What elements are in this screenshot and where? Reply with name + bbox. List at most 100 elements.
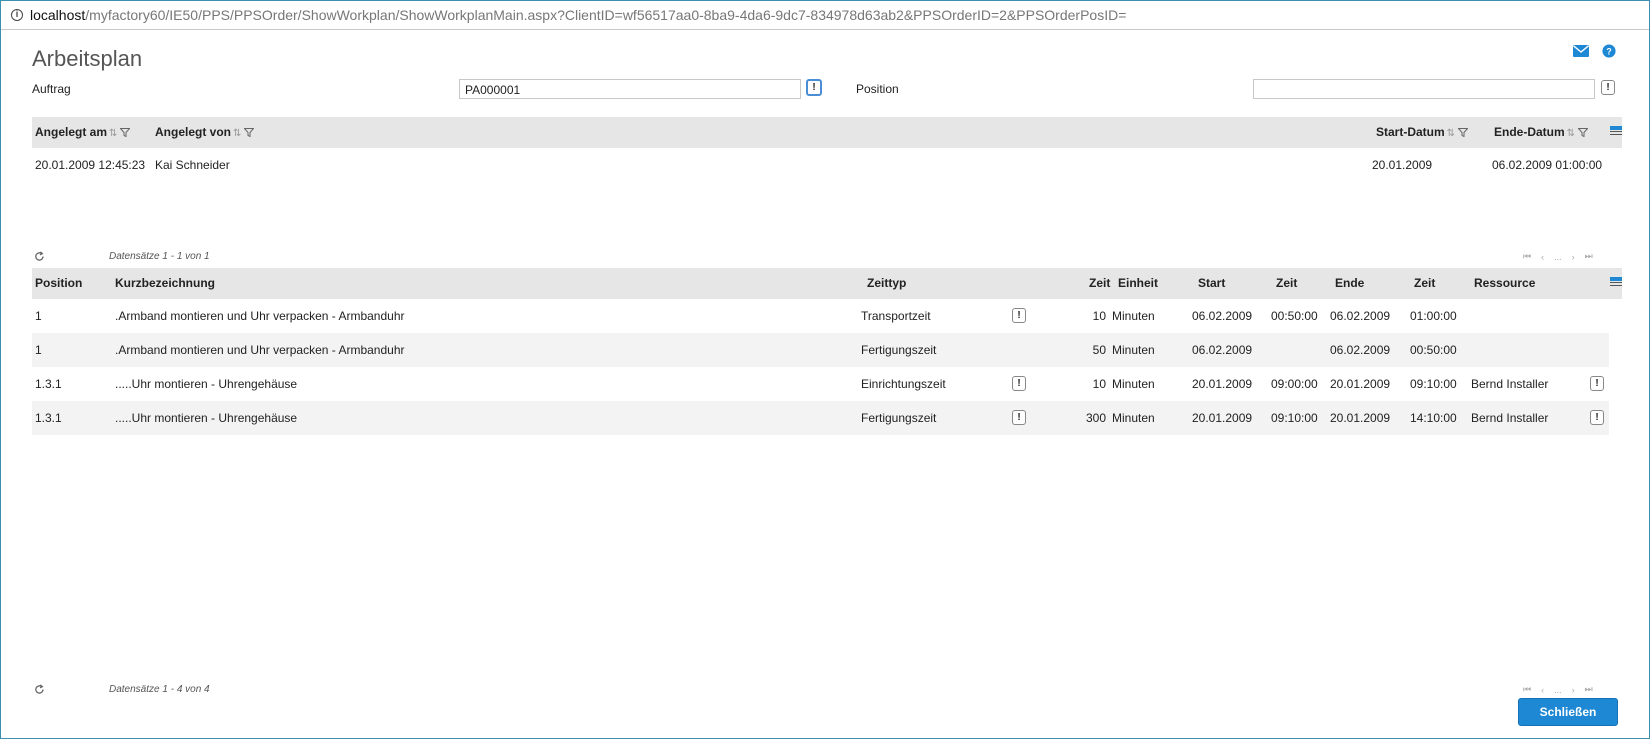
cell-zeittyp: Fertigungszeit	[861, 411, 937, 425]
cell-ende-zeit: 01:00:00	[1410, 309, 1457, 323]
col-angelegt-am[interactable]: Angelegt am ⇅	[35, 117, 131, 148]
mail-icon[interactable]	[1573, 44, 1589, 58]
cell-einheit: Minuten	[1112, 411, 1155, 425]
prev-page-button[interactable]: ‹	[1541, 252, 1544, 262]
col-start-zeit[interactable]: Zeit	[1276, 268, 1297, 299]
cell-start: 06.02.2009	[1192, 309, 1253, 323]
address-bar[interactable]: i localhost/myfactory60/IE50/PPS/PPSOrde…	[1, 1, 1649, 30]
workplan-pager-info: Datensätze 1 - 4 von 4	[109, 684, 210, 695]
cell-start-zeit: 00:50:00	[1271, 309, 1318, 323]
position-lookup-button[interactable]: !	[1601, 80, 1615, 95]
cell-angelegt-von: Kai Schneider	[155, 158, 230, 172]
col-start-datum[interactable]: Start-Datum ⇅	[1376, 117, 1469, 148]
cell-position: 1.3.1	[35, 411, 62, 425]
refresh-icon[interactable]	[34, 684, 45, 695]
next-page-button[interactable]: ›	[1572, 685, 1575, 695]
auftrag-lookup-button[interactable]: !	[806, 79, 822, 96]
sort-icon[interactable]: ⇅	[109, 128, 117, 139]
col-angelegt-am-label: Angelegt am	[35, 125, 108, 139]
cell-ende-zeit: 00:50:00	[1410, 343, 1457, 357]
cell-ende: 06.02.2009	[1330, 343, 1391, 357]
row-detail-button[interactable]: !	[1012, 376, 1026, 391]
cell-ende: 20.01.2009	[1330, 411, 1391, 425]
orders-pager-nav: ⏮ ‹ ... › ⏭	[1523, 251, 1593, 262]
cell-ende-datum: 06.02.2009 01:00:00	[1492, 158, 1603, 172]
close-button[interactable]: Schließen	[1518, 698, 1618, 726]
filter-icon[interactable]	[1458, 128, 1469, 138]
cell-zeit: 10	[1092, 309, 1106, 323]
cell-start: 06.02.2009	[1192, 343, 1253, 357]
auftrag-label: Auftrag	[32, 82, 71, 96]
col-einheit[interactable]: Einheit	[1118, 268, 1158, 299]
col-position[interactable]: Position	[35, 268, 82, 299]
cell-start: 20.01.2009	[1192, 377, 1253, 391]
col-ressource[interactable]: Ressource	[1474, 268, 1535, 299]
col-ende[interactable]: Ende	[1335, 268, 1364, 299]
cell-ressource: Bernd Installer	[1471, 411, 1549, 425]
cell-position: 1	[35, 343, 42, 357]
next-page-button[interactable]: ›	[1572, 252, 1575, 262]
ressource-lookup-button[interactable]: !	[1590, 410, 1604, 425]
orders-table-header: Angelegt am ⇅ Angelegt von ⇅ Start-Datum ⇅ …	[32, 117, 1622, 148]
cell-ressource: Bernd Installer	[1471, 377, 1549, 391]
url-path: /myfactory60/IE50/PPS/PPSOrder/ShowWorkp…	[85, 7, 1127, 23]
prev-page-button[interactable]: ‹	[1541, 685, 1544, 695]
filter-icon[interactable]	[120, 128, 131, 138]
cell-ende-zeit: 09:10:00	[1410, 377, 1457, 391]
info-icon[interactable]: i	[11, 9, 23, 21]
col-angelegt-von[interactable]: Angelegt von ⇅	[155, 117, 255, 148]
cell-zeittyp: Fertigungszeit	[861, 343, 937, 357]
col-ende-datum[interactable]: Ende-Datum ⇅	[1494, 117, 1589, 148]
cell-kurzbezeichnung: .....Uhr montieren - Uhrengehäuse	[115, 411, 298, 425]
col-zeit[interactable]: Zeit	[1089, 268, 1110, 299]
table-row[interactable]: 1.3.1 .....Uhr montieren - Uhrengehäuse …	[32, 367, 1609, 401]
cell-kurzbezeichnung: .Armband montieren und Uhr verpacken - A…	[115, 309, 405, 323]
sort-icon[interactable]: ⇅	[1567, 128, 1575, 139]
cell-start-datum: 20.01.2009	[1372, 158, 1433, 172]
cell-zeit: 10	[1092, 377, 1106, 391]
page-ellipsis: ...	[1554, 251, 1562, 262]
table-row[interactable]: 1 .Armband montieren und Uhr verpacken -…	[32, 333, 1609, 367]
refresh-icon[interactable]	[34, 251, 45, 262]
ressource-lookup-button[interactable]: !	[1590, 376, 1604, 391]
col-start-datum-label: Start-Datum	[1376, 125, 1445, 139]
page-ellipsis: ...	[1554, 684, 1562, 695]
cell-zeittyp: Transportzeit	[861, 309, 931, 323]
row-detail-button[interactable]: !	[1012, 308, 1026, 323]
col-zeittyp[interactable]: Zeittyp	[867, 268, 906, 299]
help-icon[interactable]: ?	[1601, 44, 1617, 58]
first-page-button[interactable]: ⏮	[1523, 684, 1531, 695]
svg-text:?: ?	[1606, 47, 1611, 57]
table-row[interactable]: 20.01.2009 12:45:23 Kai Schneider 20.01.…	[32, 148, 1622, 182]
sort-icon[interactable]: ⇅	[233, 128, 241, 139]
page-title: Arbeitsplan	[32, 46, 143, 71]
cell-einheit: Minuten	[1112, 309, 1155, 323]
first-page-button[interactable]: ⏮	[1523, 251, 1531, 262]
col-ende-zeit[interactable]: Zeit	[1414, 268, 1435, 299]
sort-icon[interactable]: ⇅	[1447, 128, 1455, 139]
row-detail-button[interactable]: !	[1012, 410, 1026, 425]
column-chooser-icon[interactable]	[1610, 277, 1622, 288]
col-ende-datum-label: Ende-Datum	[1494, 125, 1565, 139]
cell-kurzbezeichnung: .Armband montieren und Uhr verpacken - A…	[115, 343, 405, 357]
col-kurzbezeichnung[interactable]: Kurzbezeichnung	[115, 268, 215, 299]
last-page-button[interactable]: ⏭	[1585, 251, 1593, 262]
col-angelegt-von-label: Angelegt von	[155, 125, 232, 139]
auftrag-field[interactable]: PA000001	[459, 79, 801, 99]
filter-icon[interactable]	[244, 128, 255, 138]
position-field[interactable]	[1253, 79, 1595, 99]
cell-position: 1.3.1	[35, 377, 62, 391]
col-start[interactable]: Start	[1198, 268, 1225, 299]
top-icons: ?	[1573, 44, 1617, 58]
last-page-button[interactable]: ⏭	[1585, 684, 1593, 695]
filter-icon[interactable]	[1578, 128, 1589, 138]
table-row[interactable]: 1.3.1 .....Uhr montieren - Uhrengehäuse …	[32, 401, 1609, 435]
cell-position: 1	[35, 309, 42, 323]
table-row[interactable]: 1 .Armband montieren und Uhr verpacken -…	[32, 299, 1622, 333]
workplan-pager-nav: ⏮ ‹ ... › ⏭	[1523, 684, 1593, 695]
url-host: localhost	[30, 7, 86, 23]
cell-angelegt-am: 20.01.2009 12:45:23	[35, 158, 146, 172]
cell-zeittyp: Einrichtungszeit	[861, 377, 946, 391]
column-chooser-icon[interactable]	[1610, 126, 1622, 137]
cell-zeit: 300	[1085, 411, 1106, 425]
